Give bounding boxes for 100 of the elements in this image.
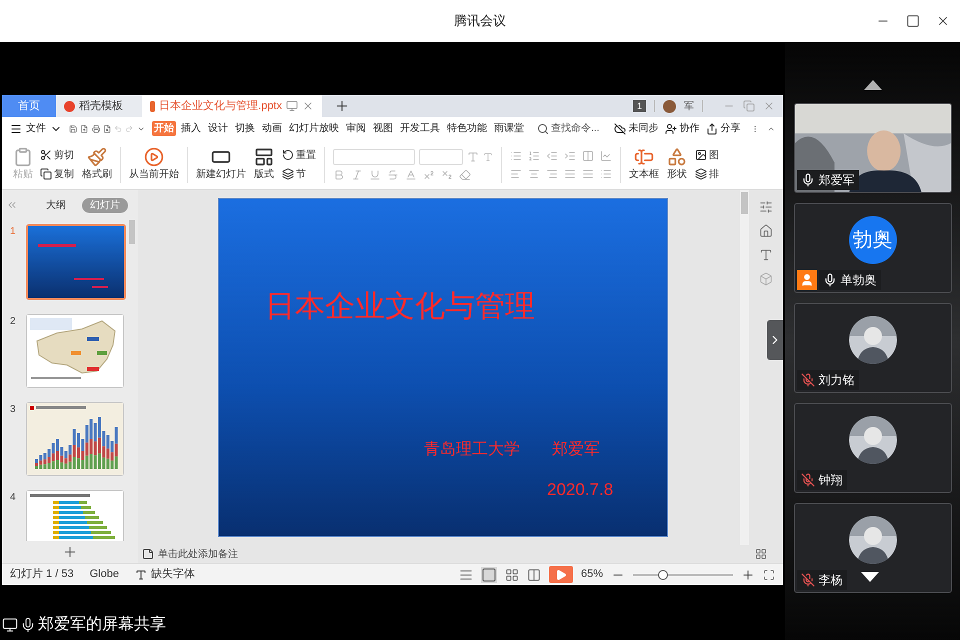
document-tab[interactable]: 日本企业文化与管理.pptx (142, 95, 322, 117)
export-icon[interactable] (80, 122, 89, 134)
format-painter-button[interactable]: 格式刷 (82, 147, 112, 182)
sync-button[interactable]: 未同步 (614, 121, 658, 136)
reset-button[interactable]: 重置 (282, 148, 316, 162)
monitor-icon[interactable] (286, 100, 298, 112)
distribute-icon[interactable] (582, 168, 594, 180)
collapse-panel-button[interactable] (767, 320, 783, 360)
font-size-field[interactable] (419, 148, 463, 164)
save-icon[interactable] (69, 122, 78, 134)
fit-window-icon[interactable] (763, 568, 775, 580)
normal-view-icon[interactable] (480, 566, 497, 582)
underline-icon[interactable] (369, 168, 381, 180)
slideshow-button[interactable] (548, 566, 573, 583)
bold-icon[interactable] (333, 168, 345, 180)
italic-icon[interactable] (351, 168, 363, 180)
slide-thumbnail[interactable] (27, 315, 123, 387)
ribbon-tab[interactable]: 特色功能 (445, 121, 490, 136)
add-slide-icon[interactable] (62, 544, 78, 560)
participant-tile[interactable]: 刘力铭 (794, 303, 952, 393)
slide-thumbnail[interactable] (27, 491, 123, 541)
new-tab-icon[interactable] (334, 98, 350, 114)
numbered-list-icon[interactable] (528, 150, 540, 162)
cut-button[interactable]: 剪切 (40, 148, 74, 162)
scrollbar-thumb[interactable] (129, 220, 135, 244)
restore-icon[interactable] (743, 100, 755, 112)
panel-tab[interactable]: 大纲 (38, 198, 74, 212)
decrease-indent-icon[interactable] (546, 150, 558, 162)
share-button[interactable]: 分享 (706, 121, 740, 136)
align-center-icon[interactable] (528, 168, 540, 180)
scroll-down-icon[interactable] (861, 572, 879, 582)
participant-tile[interactable]: 李杨 (794, 503, 952, 593)
close-icon[interactable] (936, 14, 950, 28)
copy-button[interactable]: 复制 (40, 166, 74, 182)
new-slide-button[interactable]: 新建幻灯片 (196, 147, 246, 182)
slide-thumbnail[interactable] (28, 226, 124, 298)
collaborate-button[interactable]: 协作 (665, 121, 700, 136)
user-name[interactable]: 军 (684, 98, 694, 114)
font-name-field[interactable] (333, 148, 415, 164)
notification-count[interactable]: 1 (632, 100, 646, 112)
align-left-icon[interactable] (510, 168, 522, 180)
align-right-icon[interactable] (546, 168, 558, 180)
shape-button[interactable]: 形状 (667, 147, 687, 182)
slide-thumbnail[interactable] (27, 403, 123, 475)
justify-icon[interactable] (564, 168, 576, 180)
arrange-button[interactable]: 排 (695, 166, 719, 182)
missing-fonts-button[interactable]: 缺失字体 (134, 566, 195, 583)
decrease-font-icon[interactable] (483, 152, 493, 162)
scrollbar-thumb[interactable] (741, 192, 748, 214)
increase-font-icon[interactable] (467, 150, 479, 162)
ribbon-tab[interactable]: 动画 (260, 121, 284, 136)
picture-button[interactable]: 图 (695, 148, 719, 162)
text-box-button[interactable]: 文本框 (629, 147, 659, 182)
print-preview-icon[interactable] (102, 122, 112, 134)
text-icon[interactable] (759, 248, 773, 262)
strikethrough-icon[interactable] (387, 168, 399, 180)
ribbon-tab[interactable]: 幻灯片放映 (287, 121, 342, 136)
maximize-icon[interactable] (906, 14, 920, 28)
subscript-icon[interactable] (441, 168, 453, 180)
ribbon-tab[interactable]: 审阅 (344, 121, 368, 136)
scroll-up-icon[interactable] (864, 80, 882, 90)
layout-button[interactable]: 版式 (254, 147, 274, 182)
slide-number: 2 (10, 315, 17, 329)
participant-tile[interactable]: 勃奥 单勃奥 (794, 203, 952, 293)
layout-icon (254, 147, 274, 167)
search-field[interactable]: 查找命令... (537, 121, 600, 136)
participant-tile[interactable]: 郑爱军 (794, 103, 952, 193)
font-color-icon[interactable] (405, 168, 417, 180)
ribbon-tab[interactable]: 切换 (233, 121, 258, 136)
document-tab[interactable]: 稻壳模板 (56, 95, 142, 117)
superscript-icon[interactable] (423, 168, 435, 180)
increase-indent-icon[interactable] (564, 150, 576, 162)
reading-view-icon[interactable] (526, 568, 541, 582)
zoom-slider[interactable] (633, 570, 733, 580)
ribbon-tab[interactable]: 插入 (179, 121, 204, 136)
ribbon-tab[interactable]: 开发工具 (398, 121, 442, 136)
clear-format-icon[interactable] (459, 168, 471, 180)
print-icon[interactable] (92, 122, 100, 134)
play-from-current-button[interactable]: 从当前开始 (129, 147, 179, 182)
section-button[interactable]: 节 (282, 166, 316, 182)
file-menu[interactable]: 文件 (10, 121, 62, 136)
notes-view-icon[interactable] (458, 568, 473, 582)
ribbon-tab[interactable]: 雨课堂 (492, 121, 526, 136)
close-tab-icon[interactable] (302, 100, 314, 112)
zoom-in-icon[interactable] (741, 568, 755, 582)
columns-icon[interactable] (582, 150, 594, 162)
sorter-view-icon[interactable] (504, 568, 519, 582)
add-notes-button[interactable]: 单击此处添加备注 (142, 546, 238, 562)
ribbon-tab[interactable]: 视图 (371, 121, 396, 136)
grid-icon[interactable] (755, 548, 767, 560)
home-icon[interactable] (759, 224, 773, 238)
slider-thumb[interactable] (658, 570, 668, 580)
zoom-level[interactable]: 65% (580, 566, 603, 583)
properties-icon[interactable] (759, 200, 773, 214)
user-avatar[interactable] (663, 100, 676, 112)
line-spacing-icon[interactable] (600, 150, 612, 162)
collapse-panel-icon[interactable] (6, 199, 18, 211)
ribbon-tab[interactable]: 设计 (206, 121, 230, 136)
cube-icon[interactable] (759, 272, 773, 286)
participant-tile[interactable]: 钟翔 (794, 403, 952, 493)
